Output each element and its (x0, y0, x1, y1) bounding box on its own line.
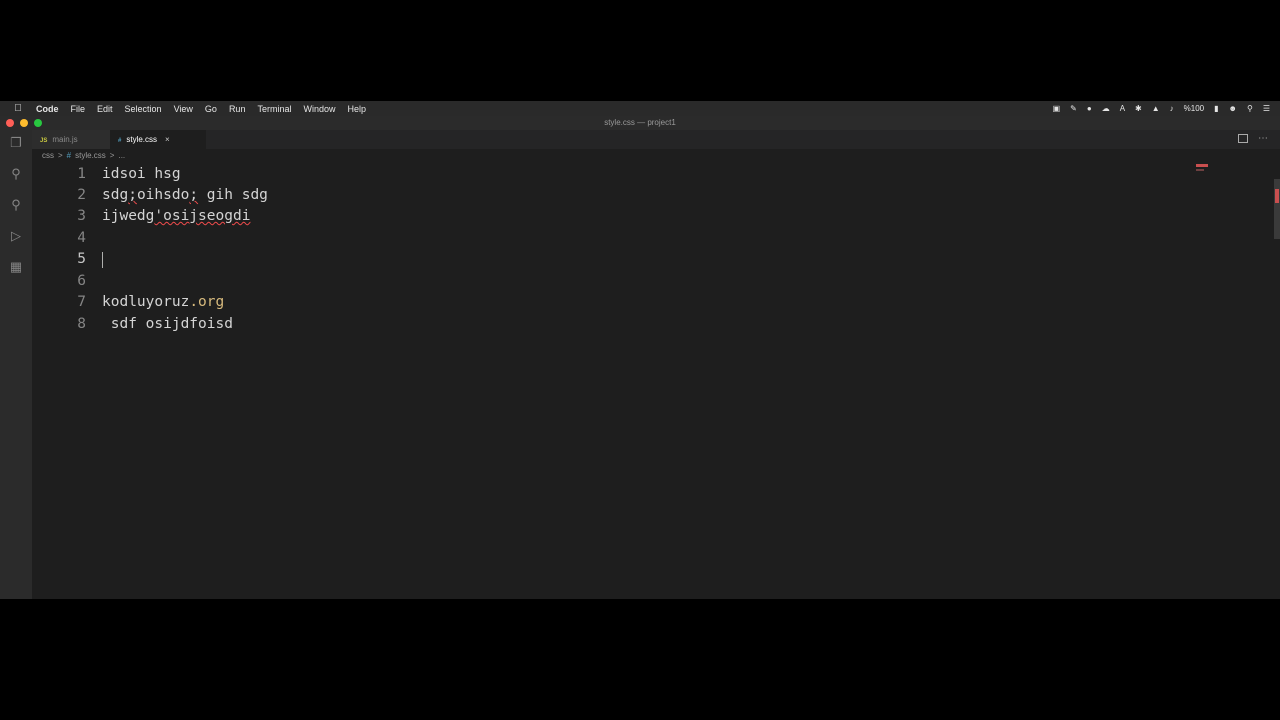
breadcrumb: css > # style.css > ... (42, 151, 125, 163)
breadcrumb-symbol[interactable]: ... (118, 151, 125, 163)
code-line: 4 (32, 228, 1192, 249)
more-actions-icon[interactable]: ⋯ (1258, 130, 1268, 147)
line-number: 7 (77, 294, 86, 310)
screen-record-icon[interactable]: ▣ (1053, 104, 1061, 113)
line-number: 6 (77, 273, 86, 289)
split-editor-icon[interactable] (1238, 134, 1248, 143)
scrollbar-error-marker (1275, 189, 1279, 203)
line-number: 2 (77, 187, 86, 203)
user-icon[interactable]: ☻ (1229, 104, 1237, 113)
code-line: 6 (32, 271, 1192, 292)
menu-file[interactable]: File (71, 104, 86, 114)
status-icons: ▣ ✎ ● ☁ A ✱ ▲ ♪ %100 ▮ ☻ ⚲ ☰ (1053, 101, 1270, 116)
code-line-current: 5 (32, 249, 1192, 270)
error-squiggle: ; (189, 187, 199, 203)
code-line: 3 ijwedg'osijseogdi (32, 206, 1192, 227)
editor-tabs: JS main.js # style.css × ⋯ (32, 130, 1280, 149)
cloud-icon[interactable]: ☁ (1102, 104, 1110, 113)
css-file-icon: # (66, 151, 72, 160)
vertical-scrollbar[interactable] (1274, 179, 1280, 239)
tab-main-js[interactable]: JS main.js (32, 130, 118, 149)
title-bar: style.css — project1 (0, 116, 1280, 130)
minimap-error-marker (1196, 164, 1208, 167)
search-icon[interactable]: ⚲ (8, 166, 24, 182)
tab-style-css[interactable]: # style.css × (110, 130, 206, 149)
tab-label: style.css (126, 135, 158, 144)
menu-edit[interactable]: Edit (97, 104, 113, 114)
explorer-icon[interactable]: ❐ (8, 135, 24, 151)
code-editor[interactable]: 1 idsoi hsg 2 sdg;oihsdo; gih sdg 3 ijwe… (32, 163, 1280, 599)
creative-cloud-icon[interactable]: ● (1087, 104, 1092, 113)
text-input-icon[interactable]: A (1120, 104, 1125, 113)
close-tab-icon[interactable]: × (165, 135, 170, 144)
source-control-icon[interactable]: ⚲ (8, 197, 24, 213)
code-line: 8 sdf osijdfoisd (32, 314, 1192, 335)
line-text: sdf osijdfoisd (102, 316, 233, 332)
code-line: 1 idsoi hsg (32, 164, 1192, 185)
js-file-icon: JS (40, 138, 48, 144)
menu-run[interactable]: Run (229, 104, 246, 114)
minimap-error-marker (1196, 169, 1204, 171)
menu-help[interactable]: Help (347, 104, 366, 114)
menu-go[interactable]: Go (205, 104, 217, 114)
menu-terminal[interactable]: Terminal (257, 104, 291, 114)
menu-code[interactable]: Code (36, 104, 59, 114)
minimap[interactable] (1196, 164, 1272, 172)
tab-label: main.js (52, 135, 78, 144)
line-number: 1 (77, 166, 86, 182)
breadcrumb-separator: > (109, 151, 115, 160)
search-icon[interactable]: ⚲ (1247, 104, 1253, 113)
window-title: style.css — project1 (604, 118, 676, 127)
run-debug-icon[interactable]: ▷ (8, 228, 24, 244)
bluetooth-icon[interactable]: ✱ (1135, 104, 1142, 113)
menu-window[interactable]: Window (303, 104, 335, 114)
control-center-icon[interactable]: ☰ (1263, 104, 1270, 113)
breadcrumb-file[interactable]: style.css (75, 151, 106, 163)
line-number: 3 (77, 208, 86, 224)
line-number: 8 (77, 316, 86, 332)
menu-view[interactable]: View (174, 104, 193, 114)
breadcrumb-folder[interactable]: css (42, 151, 54, 163)
error-squiggle: ; (128, 187, 137, 203)
line-text: idsoi hsg (102, 166, 181, 182)
code-line: 2 sdg;oihsdo; gih sdg (32, 185, 1192, 206)
menu-selection[interactable]: Selection (125, 104, 162, 114)
menu-bar:  Code File Edit Selection View Go Run T… (0, 101, 1280, 116)
css-file-icon: # (118, 138, 122, 144)
screen:  Code File Edit Selection View Go Run T… (0, 101, 1280, 599)
battery-percent: %100 (1183, 104, 1205, 113)
line-text: sdg;oihsdo; gih sdg (102, 187, 268, 203)
apple-icon[interactable]:  (12, 103, 24, 114)
line-number: 5 (77, 251, 86, 267)
activity-bar: ❐ ⚲ ⚲ ▷ ▦ (0, 130, 32, 599)
line-text: ijwedg'osijseogdi (102, 208, 251, 224)
line-number: 4 (77, 230, 86, 246)
extensions-icon[interactable]: ▦ (8, 259, 24, 275)
breadcrumb-separator: > (58, 151, 63, 160)
pen-icon[interactable]: ✎ (1070, 104, 1077, 113)
wifi-icon[interactable]: ▲ (1152, 104, 1160, 113)
volume-icon[interactable]: ♪ (1170, 104, 1174, 113)
line-text: kodluyoruz.org (102, 294, 225, 310)
error-squiggle: 'osijseogdi (154, 208, 251, 224)
battery-icon[interactable]: ▮ (1214, 104, 1218, 113)
text-cursor (102, 252, 103, 268)
code-line: 7 kodluyoruz.org (32, 292, 1192, 313)
